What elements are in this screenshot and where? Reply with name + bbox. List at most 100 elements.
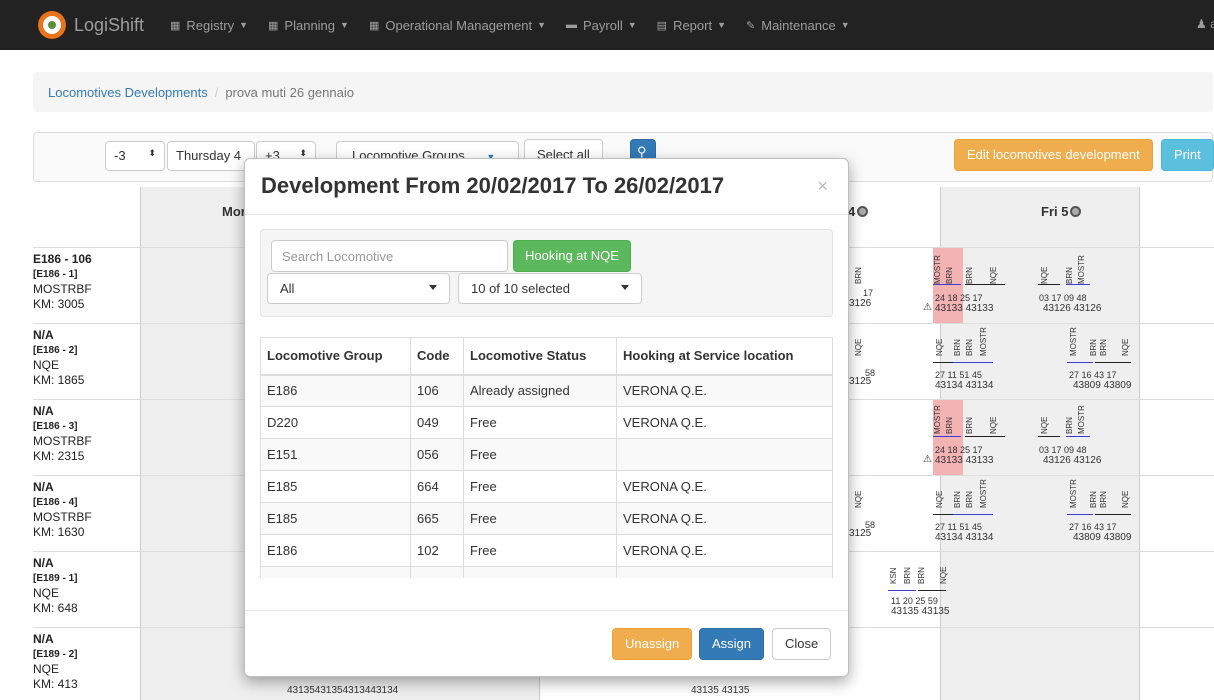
row-location: MOSTRBF — [33, 510, 92, 524]
col-code[interactable]: Code — [410, 337, 464, 376]
tag-brn: BRN — [965, 491, 974, 508]
close-button[interactable]: Close — [772, 628, 832, 660]
group-multiselect[interactable]: 10 of 10 selected — [458, 273, 642, 304]
train-code: 43133 43133 — [935, 455, 994, 466]
breadcrumb-separator: / — [214, 84, 219, 100]
top-navbar: LogiShift ▦ Registry ▼ ▦ Planning ▼ ▦ Operati… — [0, 0, 1214, 50]
table-row[interactable]: E186 102 Free VERONA Q.E. — [260, 534, 833, 567]
tag-brn: BRN — [965, 339, 974, 356]
tag-nqe: NQE — [989, 266, 998, 284]
cell-status: Free — [463, 438, 617, 471]
row-code: [E186 - 1] — [33, 269, 78, 280]
caret-down-icon — [621, 285, 629, 290]
modal-header: Development From 20/02/2017 To 26/02/201… — [245, 159, 848, 215]
row-km: KM: 2315 — [33, 449, 85, 463]
route-bar — [918, 590, 946, 591]
row-location: NQE — [33, 358, 60, 372]
table-row[interactable]: E186 106 Already assigned VERONA Q.E. — [260, 374, 833, 407]
train-code: 43126 43126 — [1043, 455, 1102, 466]
locomotive-table-scroll[interactable]: Locomotive Group Code Locomotive Status … — [260, 337, 833, 578]
cell-location: VERONA Q.E. — [616, 374, 833, 407]
tag-nqe: NQE — [854, 338, 863, 356]
table-row[interactable]: E151 056 Free — [260, 438, 833, 471]
col-locomotive-group[interactable]: Locomotive Group — [260, 337, 411, 376]
cell-code: 106 — [410, 374, 464, 407]
row-km: KM: 3005 — [33, 297, 85, 311]
nav-label: Maintenance — [761, 17, 836, 33]
nav-payroll[interactable]: ▬ Payroll ▼ — [566, 18, 637, 33]
tag-brn: BRN — [1089, 491, 1098, 508]
tag-nqe: NQE — [1040, 416, 1049, 434]
print-button[interactable]: Print — [1161, 139, 1214, 171]
table-row[interactable]: D220 049 Free VERONA Q.E. — [260, 406, 833, 439]
status-dot-icon — [857, 206, 869, 217]
table-row[interactable]: E185 665 Free VERONA Q.E. — [260, 502, 833, 535]
nav-planning[interactable]: ▦ Planning ▼ — [268, 18, 349, 33]
cell-group: E151 — [260, 438, 411, 471]
spinner-icon: ⬍ — [148, 148, 156, 158]
route-bar — [888, 590, 916, 591]
status-filter-select[interactable]: All — [267, 273, 450, 304]
tag-brn: BRN — [953, 491, 962, 508]
unassign-button[interactable]: Unassign — [612, 628, 693, 660]
tag-brn: BRN — [917, 567, 926, 584]
tag-nqe: NQE — [939, 566, 948, 584]
route-bar — [1038, 436, 1060, 437]
tag-brn: BRN — [1089, 339, 1098, 356]
wrench-icon: ✎ — [746, 19, 756, 32]
row-label: N/A [E186 - 2] NQE KM: 1865 — [33, 328, 84, 388]
nav-report[interactable]: ▤ Report ▼ — [657, 18, 726, 33]
time-label: 24 18 25 17 — [935, 445, 983, 455]
tag-brn: BRN — [945, 417, 954, 434]
hooking-at-nqe-button[interactable]: Hooking at NQE — [513, 240, 631, 272]
cell-group: D220 — [260, 406, 411, 439]
edit-locomotives-development-button[interactable]: Edit locomotives development — [954, 139, 1153, 171]
brand[interactable]: LogiShift — [0, 11, 170, 39]
route-bar — [953, 362, 993, 363]
nav-operational-management[interactable]: ▦ Operational Management ▼ — [369, 18, 546, 33]
row-label: E186 - 106 [E186 - 1] MOSTRBF KM: 3005 — [33, 252, 92, 312]
modal-close-icon[interactable]: × — [817, 176, 828, 197]
row-location: NQE — [33, 586, 60, 600]
table-row[interactable]: E185 664 Free VERONA Q.E. — [260, 470, 833, 503]
calendar-icon: ▦ — [268, 19, 279, 32]
assign-button[interactable]: Assign — [699, 628, 765, 660]
row-title: E186 - 106 — [33, 252, 92, 266]
search-locomotive-input[interactable] — [271, 240, 508, 272]
cell-code: 665 — [410, 502, 464, 535]
col-locomotive-status[interactable]: Locomotive Status — [463, 337, 617, 376]
warning-icon: ⚠ — [923, 454, 932, 465]
row-title: N/A — [33, 328, 54, 342]
logishift-logo-icon — [38, 11, 66, 39]
modal-footer: Unassign Assign Close — [245, 610, 848, 676]
nav-registry[interactable]: ▦ Registry ▼ — [170, 18, 248, 33]
row-km: KM: 1630 — [33, 525, 85, 539]
route-bar — [1066, 436, 1090, 437]
search-icon: ⚲ — [637, 144, 647, 159]
breadcrumb-root-link[interactable]: Locomotives Developments — [48, 85, 208, 100]
user-icon: ♟ — [1196, 17, 1207, 31]
row-label: N/A [E189 - 2] NQE KM: 413 — [33, 632, 78, 692]
day-value: Thursday 4 — [176, 148, 242, 163]
tag-mostr: MOSTR — [933, 255, 942, 284]
table-row[interactable]: E186110FreeVERONA Q.E. — [260, 566, 833, 578]
col-hooking-location[interactable]: Hooking at Service location — [616, 337, 833, 376]
route-bar — [1067, 514, 1093, 515]
nav-maintenance[interactable]: ✎ Maintenance ▼ — [746, 18, 850, 33]
tag-brn: BRN — [1065, 267, 1074, 284]
cell-status: Free — [463, 406, 617, 439]
cell-code: 049 — [410, 406, 464, 439]
tag-brn: BRN — [1099, 339, 1108, 356]
warning-icon: ⚠ — [923, 302, 932, 313]
tag-nqe: NQE — [1121, 490, 1130, 508]
status-filter-value: All — [280, 281, 295, 296]
nav-label: Operational Management — [385, 17, 533, 33]
user-menu[interactable]: ♟ ac — [1196, 17, 1214, 31]
cell-location: VERONA Q.E. — [616, 534, 833, 567]
minus-days-select[interactable]: -3 ⬍ — [105, 141, 165, 171]
row-title: N/A — [33, 404, 54, 418]
tag-brn: BRN — [1099, 491, 1108, 508]
tag-brn: BRN — [1065, 417, 1074, 434]
day-select[interactable]: Thursday 4 — [167, 141, 255, 171]
row-code: [E189 - 1] — [33, 573, 78, 584]
